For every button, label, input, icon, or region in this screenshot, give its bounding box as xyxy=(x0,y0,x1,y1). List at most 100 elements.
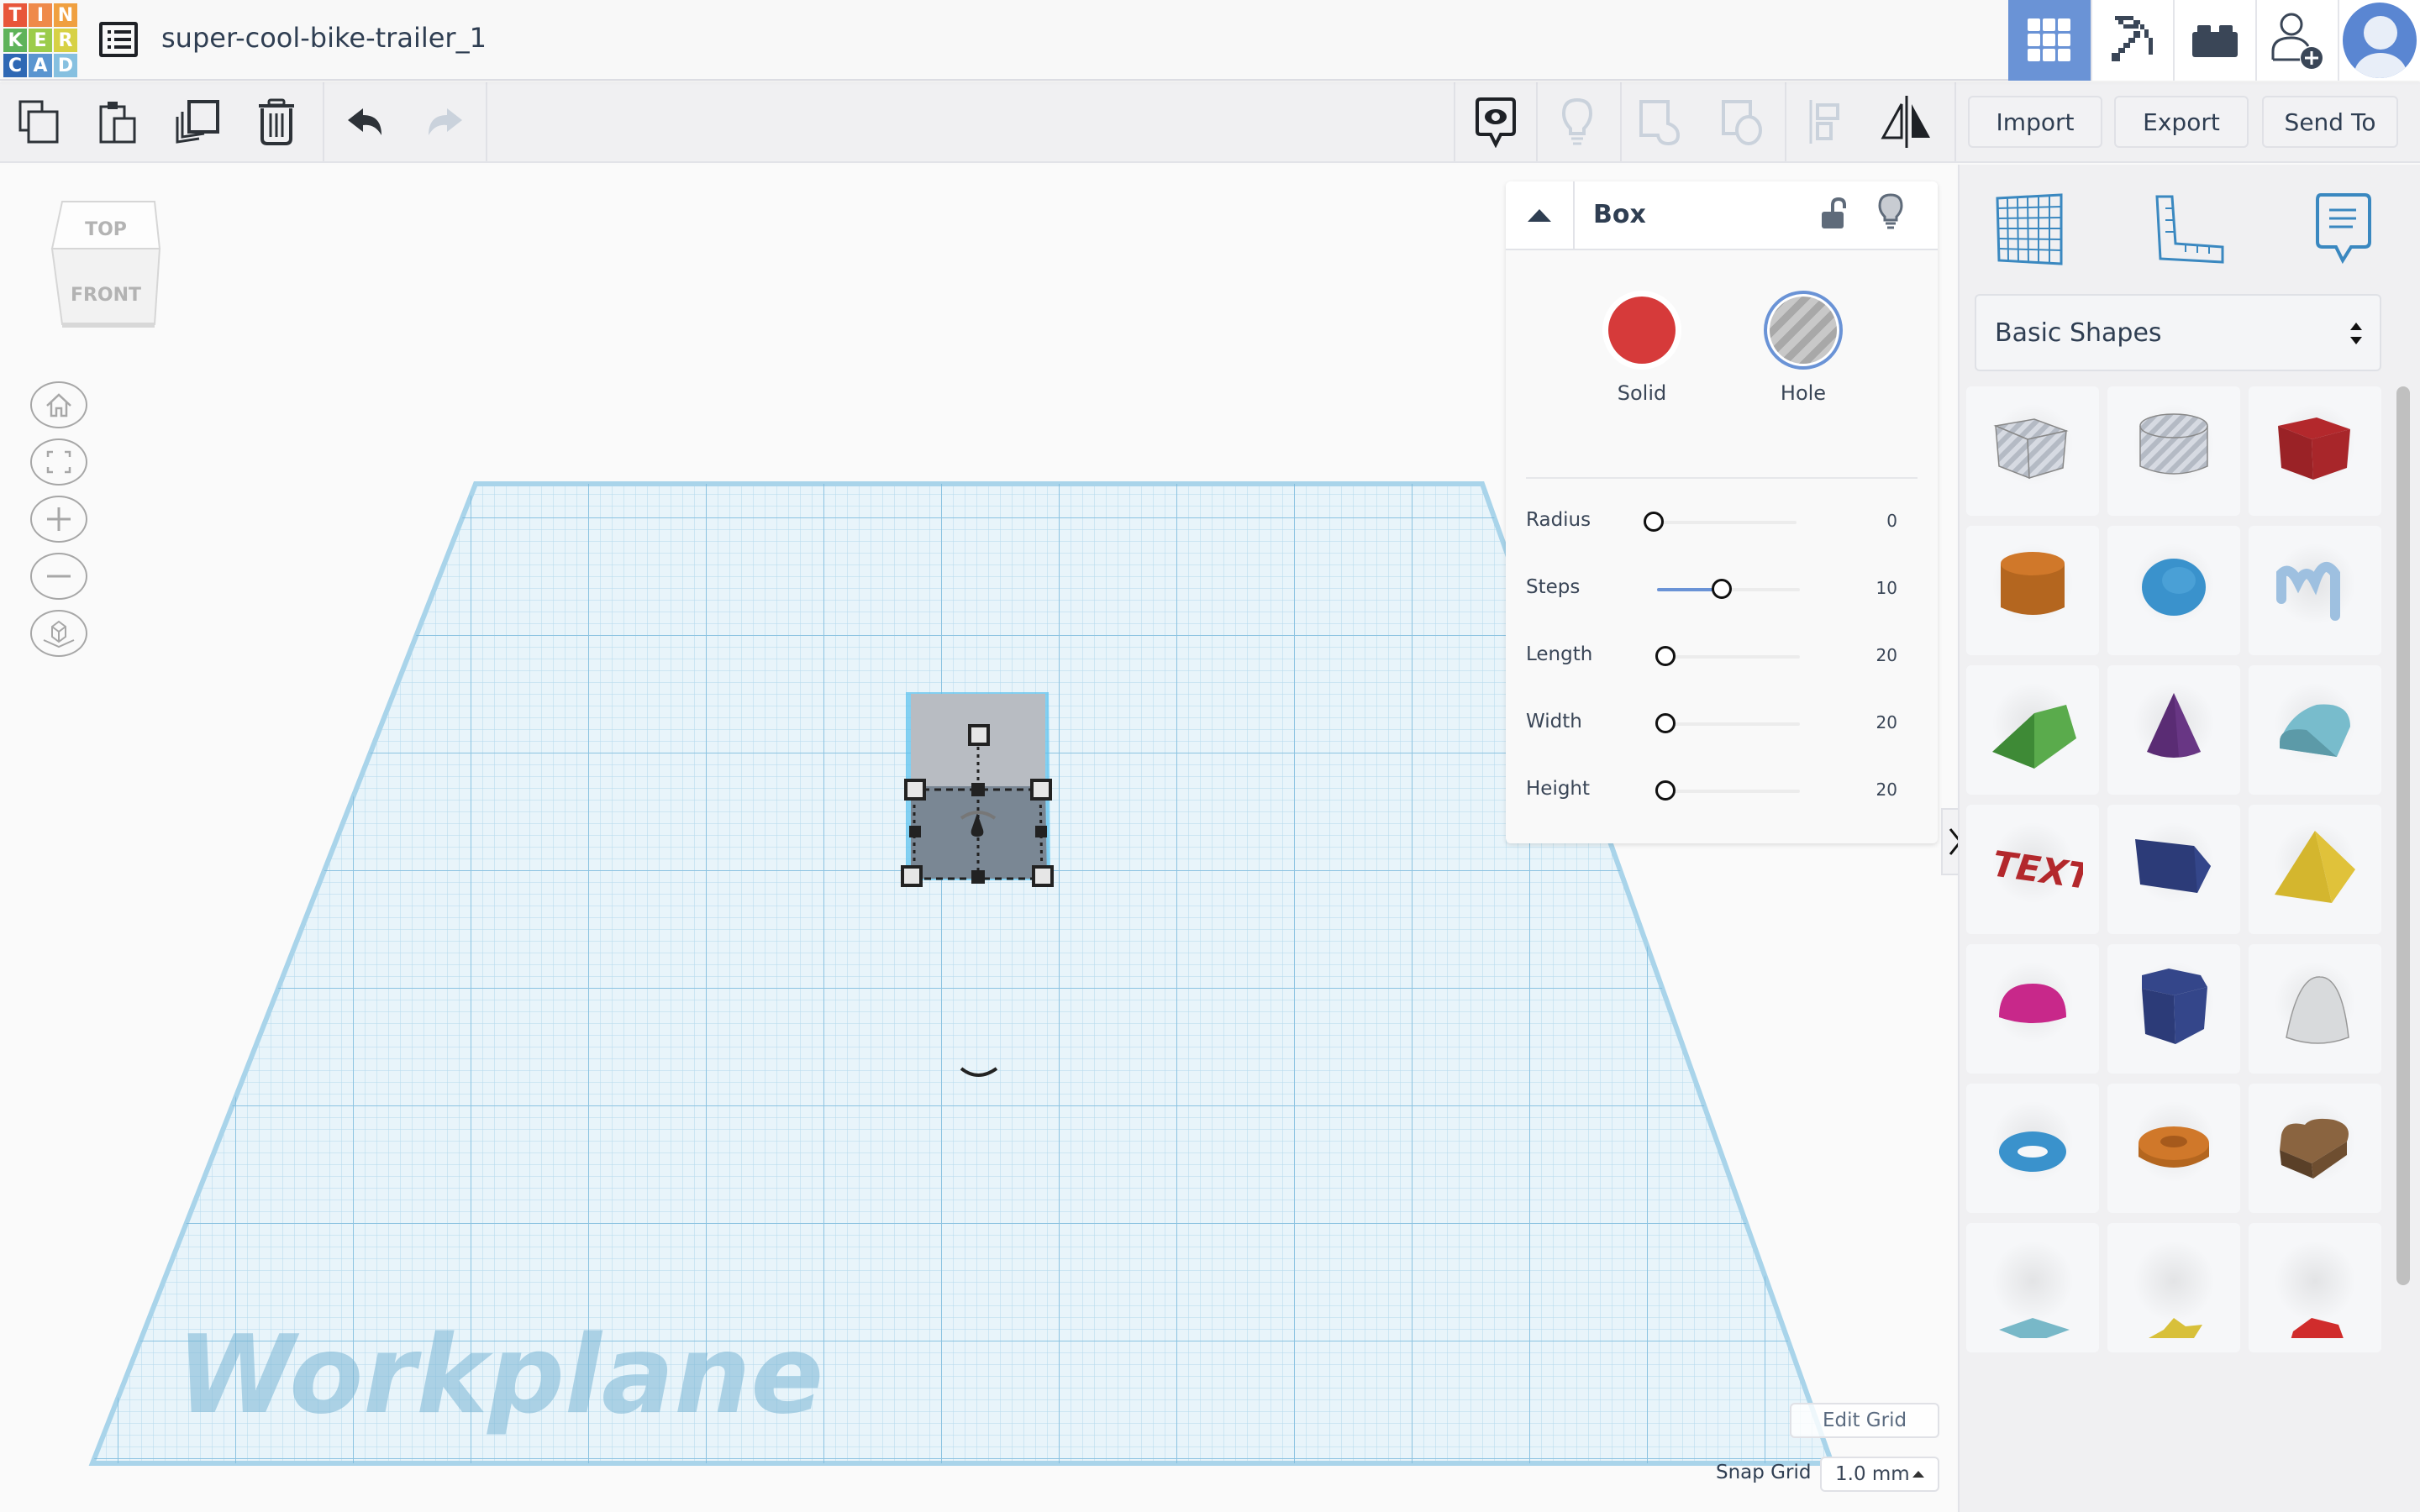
slider-knob[interactable] xyxy=(1655,713,1676,733)
shapes-scrollbar[interactable] xyxy=(2396,386,2410,1285)
snap-grid-select[interactable]: 1.0 mm xyxy=(1820,1457,1939,1492)
show-all-button[interactable] xyxy=(1455,82,1536,161)
toolbar: Import Export Send To xyxy=(0,82,2420,163)
shape-cylinder-hole[interactable] xyxy=(2107,386,2240,516)
slider-knob[interactable] xyxy=(1655,646,1676,666)
hole-swatch[interactable] xyxy=(1764,291,1843,370)
shape-box[interactable] xyxy=(2249,386,2381,516)
shape-paraboloid[interactable] xyxy=(2249,944,2381,1074)
workplane-icon xyxy=(1996,193,2063,265)
property-value[interactable]: 10 xyxy=(1876,578,1897,598)
group-button[interactable] xyxy=(1618,82,1701,161)
view-cube-top[interactable]: TOP xyxy=(85,219,127,240)
ungroup-icon xyxy=(1722,100,1762,145)
copy-button[interactable] xyxy=(0,82,79,161)
home-view-button[interactable] xyxy=(30,381,87,428)
shape-torus[interactable] xyxy=(1966,1084,2099,1213)
resize-handle[interactable] xyxy=(971,783,985,796)
slider-knob[interactable] xyxy=(1711,579,1732,599)
hole-option[interactable]: Hole xyxy=(1761,291,1845,405)
shape-library-select[interactable]: Basic Shapes xyxy=(1975,294,2381,371)
hide-shape-button[interactable] xyxy=(1877,193,1904,234)
solid-option[interactable]: Solid xyxy=(1600,291,1684,405)
property-value[interactable]: 0 xyxy=(1886,511,1897,531)
hide-button[interactable] xyxy=(1536,82,1618,161)
invite-user-button[interactable] xyxy=(2255,0,2338,81)
shape-star-six[interactable] xyxy=(1966,1223,2099,1352)
zoom-out-button[interactable] xyxy=(30,553,87,600)
slider-knob[interactable] xyxy=(1644,512,1664,532)
shape-polygon[interactable] xyxy=(2107,805,2240,934)
redo-button[interactable] xyxy=(405,82,484,161)
property-length: Length 20 xyxy=(1506,637,1938,679)
edit-grid-button[interactable]: Edit Grid xyxy=(1790,1403,1939,1438)
resize-handle[interactable] xyxy=(971,870,985,884)
view-3d-design-button[interactable] xyxy=(2008,0,2091,81)
duplicate-button[interactable] xyxy=(158,82,237,161)
shape-heart[interactable] xyxy=(2249,1084,2381,1213)
view-cube[interactable]: TOP FRONT xyxy=(50,198,161,333)
shape-icosahedron[interactable] xyxy=(2249,1223,2381,1352)
delete-button[interactable] xyxy=(237,82,316,161)
height-handle[interactable] xyxy=(968,724,990,746)
align-button[interactable] xyxy=(1783,82,1865,161)
shape-tube[interactable] xyxy=(2107,1084,2240,1213)
ruler-tool-button[interactable] xyxy=(2153,192,2228,267)
tinkercad-logo[interactable]: TIN KER CAD xyxy=(3,3,77,77)
property-value[interactable]: 20 xyxy=(1876,780,1897,800)
import-button[interactable]: Import xyxy=(1968,96,2102,148)
shape-roof[interactable] xyxy=(1966,665,2099,795)
profile-button[interactable] xyxy=(2338,0,2420,81)
export-button[interactable]: Export xyxy=(2114,96,2249,148)
resize-handle[interactable] xyxy=(904,779,926,801)
resize-handle[interactable] xyxy=(909,826,921,837)
shape-hexagonal-prism[interactable] xyxy=(2107,944,2240,1074)
property-value[interactable]: 20 xyxy=(1876,645,1897,665)
send-to-button[interactable]: Send To xyxy=(2262,96,2398,148)
shape-cylinder[interactable] xyxy=(1966,526,2099,655)
property-value[interactable]: 20 xyxy=(1876,712,1897,732)
property-slider[interactable] xyxy=(1655,646,1800,666)
sort-arrows-icon xyxy=(2350,323,2362,344)
shape-cone[interactable] xyxy=(2107,665,2240,795)
view-cube-front[interactable]: FRONT xyxy=(71,285,141,306)
shape-round-roof[interactable] xyxy=(2249,665,2381,795)
cylinder-hole-icon xyxy=(2139,413,2208,475)
shape-star[interactable] xyxy=(2107,1223,2240,1352)
shape-text[interactable]: TEXT xyxy=(1966,805,2099,934)
shape-half-sphere[interactable] xyxy=(1966,944,2099,1074)
shape-box-hole[interactable] xyxy=(1966,386,2099,516)
shape-pyramid[interactable] xyxy=(2249,805,2381,934)
property-slider[interactable] xyxy=(1657,579,1800,599)
zoom-in-button[interactable] xyxy=(30,496,87,543)
design-list-icon[interactable] xyxy=(99,22,138,57)
view-bricks-button[interactable] xyxy=(2173,0,2255,81)
resize-handle[interactable] xyxy=(1030,779,1052,801)
paste-button[interactable] xyxy=(79,82,158,161)
view-codeblocks-button[interactable] xyxy=(2091,0,2173,81)
undo-button[interactable] xyxy=(326,82,405,161)
workplane-tool-button[interactable] xyxy=(1991,192,2067,267)
mirror-button[interactable] xyxy=(1865,82,1948,161)
toolbar-divider xyxy=(1954,82,1956,161)
shape-sphere[interactable] xyxy=(2107,526,2240,655)
lock-button[interactable] xyxy=(1821,197,1846,234)
shape-scribble[interactable] xyxy=(2249,526,2381,655)
inspector-collapse-button[interactable] xyxy=(1506,181,1575,249)
toolbar-divider xyxy=(1785,82,1786,161)
document-title[interactable]: super-cool-bike-trailer_1 xyxy=(161,22,487,54)
resize-handle[interactable] xyxy=(901,865,923,887)
property-slider[interactable] xyxy=(1644,512,1797,532)
slider-knob[interactable] xyxy=(1655,780,1676,801)
ungroup-button[interactable] xyxy=(1701,82,1783,161)
property-steps: Steps 10 xyxy=(1506,570,1938,612)
notes-tool-button[interactable] xyxy=(2306,192,2381,267)
user-avatar xyxy=(2343,3,2417,78)
property-slider[interactable] xyxy=(1655,713,1800,733)
property-slider[interactable] xyxy=(1655,780,1800,801)
fit-view-button[interactable] xyxy=(30,438,87,486)
solid-color-swatch[interactable] xyxy=(1602,291,1681,370)
projection-toggle-button[interactable] xyxy=(30,610,87,657)
resize-handle[interactable] xyxy=(1032,865,1054,887)
resize-handle[interactable] xyxy=(1035,826,1047,837)
